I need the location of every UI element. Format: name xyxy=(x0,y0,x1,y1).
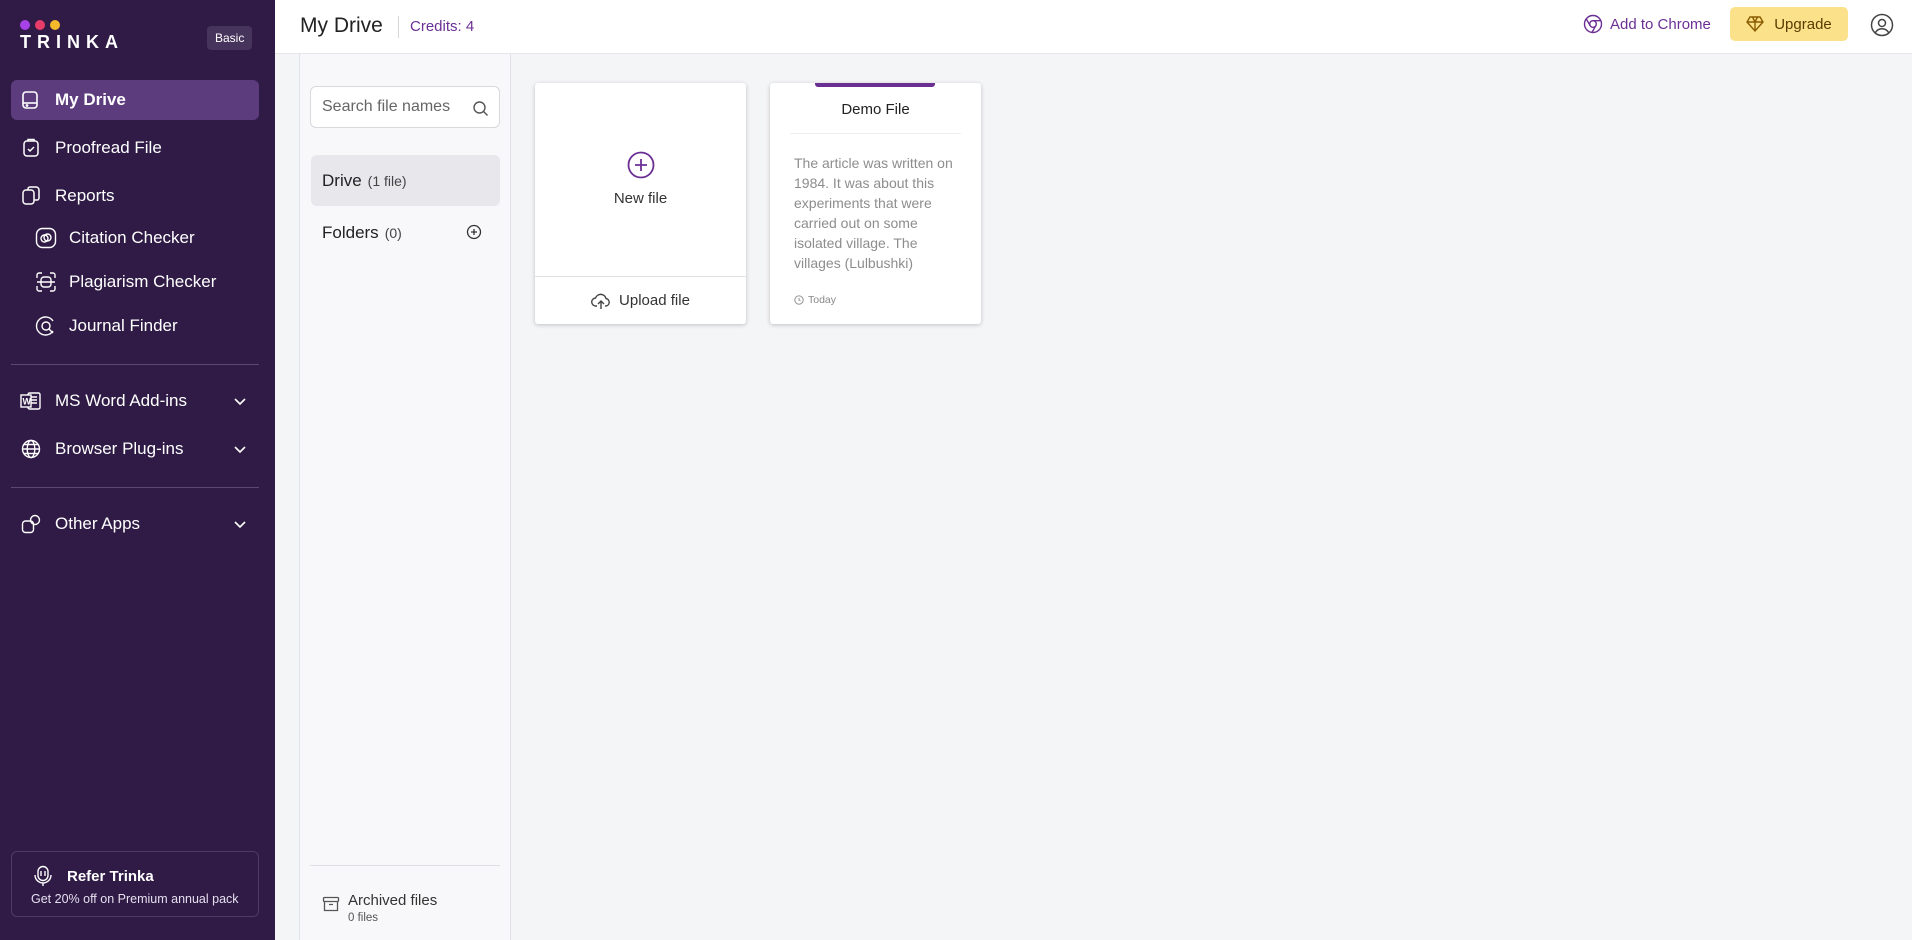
drive-panel: Drive (1 file) Folders (0) Archived file… xyxy=(299,54,511,940)
folders-count: (0) xyxy=(384,224,402,241)
word-icon: W xyxy=(20,390,42,412)
sidebar-divider xyxy=(11,487,259,488)
chrome-icon xyxy=(1583,14,1603,34)
sidebar-item-ms-word-addins[interactable]: W MS Word Add-ins xyxy=(11,381,259,421)
sidebar-item-proofread-file[interactable]: Proofread File xyxy=(11,128,259,168)
panel-divider xyxy=(310,865,500,866)
journal-finder-icon xyxy=(35,315,57,337)
drive-icon xyxy=(20,89,42,111)
plan-badge: Basic xyxy=(207,26,253,50)
upgrade-button[interactable]: Upgrade xyxy=(1730,7,1848,41)
sidebar-item-plagiarism-checker[interactable]: Plagiarism Checker xyxy=(11,262,259,302)
sidebar: TRINKA Basic My Drive Proofread File Rep… xyxy=(0,0,275,940)
refer-trinka-card[interactable]: Refer Trinka Get 20% off on Premium annu… xyxy=(11,851,259,917)
file-card-divider xyxy=(790,133,961,134)
logo-dot-purple xyxy=(20,20,30,30)
sidebar-divider xyxy=(11,364,259,365)
file-name: Demo File xyxy=(841,101,910,118)
sidebar-item-label: MS Word Add-ins xyxy=(55,391,187,410)
citation-icon xyxy=(35,227,57,249)
add-to-chrome-link[interactable]: Add to Chrome xyxy=(1583,12,1711,36)
logo-dot-red xyxy=(35,20,45,30)
drive-label: Drive xyxy=(322,170,362,190)
sidebar-item-label: Browser Plug-ins xyxy=(55,439,184,458)
archive-icon xyxy=(322,896,340,912)
logo-dot-yellow xyxy=(50,20,60,30)
file-preview-text: The article was written on 1984. It was … xyxy=(794,155,953,271)
refer-title: Refer Trinka xyxy=(67,868,154,885)
sidebar-item-label: Citation Checker xyxy=(69,228,195,247)
archived-files-item[interactable]: Archived files 0 files xyxy=(322,890,502,930)
top-header: My Drive Credits: 4 Add to Chrome Upgrad… xyxy=(275,0,1912,54)
file-card-accent xyxy=(815,83,935,87)
sidebar-item-label: Other Apps xyxy=(55,514,141,533)
add-to-chrome-label: Add to Chrome xyxy=(1610,15,1711,33)
archived-files-count: 0 files xyxy=(348,912,379,924)
plus-circle-icon xyxy=(627,151,655,179)
plagiarism-icon xyxy=(35,271,57,293)
microphone-icon xyxy=(34,865,52,886)
trinka-logo[interactable]: TRINKA xyxy=(20,20,140,54)
upgrade-label: Upgrade xyxy=(1774,15,1832,33)
sidebar-item-my-drive[interactable]: My Drive xyxy=(11,80,259,120)
refer-subtitle: Get 20% off on Premium annual pack xyxy=(31,892,239,906)
diamond-icon xyxy=(1746,16,1765,33)
add-folder-icon[interactable] xyxy=(466,224,482,240)
sidebar-item-label: Journal Finder xyxy=(69,316,178,335)
cloud-upload-icon xyxy=(591,293,610,309)
clock-icon xyxy=(794,295,804,305)
search-input[interactable] xyxy=(322,87,472,127)
sidebar-item-browser-plugins[interactable]: Browser Plug-ins xyxy=(11,429,259,469)
title-divider xyxy=(398,16,399,38)
upload-file-button[interactable]: Upload file xyxy=(535,276,746,324)
reports-icon xyxy=(20,185,42,207)
sidebar-item-journal-finder[interactable]: Journal Finder xyxy=(11,306,259,346)
search-icon[interactable] xyxy=(472,100,489,117)
user-avatar-icon[interactable] xyxy=(1870,13,1894,37)
folders-item[interactable]: Folders (0) xyxy=(311,207,500,258)
chevron-down-icon xyxy=(234,521,246,529)
search-box xyxy=(310,86,500,128)
logo-wordmark: TRINKA xyxy=(20,32,124,52)
file-date-label: Today xyxy=(808,294,837,306)
page-title: My Drive xyxy=(300,14,383,37)
folders-label: Folders xyxy=(322,222,379,242)
new-file-card[interactable]: New file Upload file xyxy=(535,83,746,324)
apps-icon xyxy=(20,513,42,535)
new-file-label: New file xyxy=(613,190,668,207)
drive-file-count: (1 file) xyxy=(367,172,407,189)
sidebar-item-label: Plagiarism Checker xyxy=(69,272,217,291)
svg-text:W: W xyxy=(23,397,32,407)
sidebar-item-reports[interactable]: Reports xyxy=(11,176,259,216)
sidebar-item-citation-checker[interactable]: Citation Checker xyxy=(11,218,259,258)
file-date: Today xyxy=(794,294,836,306)
logo-dots xyxy=(20,20,140,30)
upload-file-label: Upload file xyxy=(619,292,690,309)
proofread-icon xyxy=(20,137,42,159)
credits-counter: Credits: 4 xyxy=(410,18,475,35)
sidebar-item-label: My Drive xyxy=(55,90,126,109)
globe-icon xyxy=(20,438,42,460)
archived-files-label: Archived files xyxy=(348,892,438,909)
sidebar-item-label: Reports xyxy=(55,186,115,205)
sidebar-item-other-apps[interactable]: Other Apps xyxy=(11,504,259,544)
chevron-down-icon xyxy=(234,398,246,406)
chevron-down-icon xyxy=(234,446,246,454)
sidebar-item-label: Proofread File xyxy=(55,138,162,157)
drive-folder-item[interactable]: Drive (1 file) xyxy=(311,155,500,206)
file-card[interactable]: Demo File The article was written on 198… xyxy=(770,83,981,324)
